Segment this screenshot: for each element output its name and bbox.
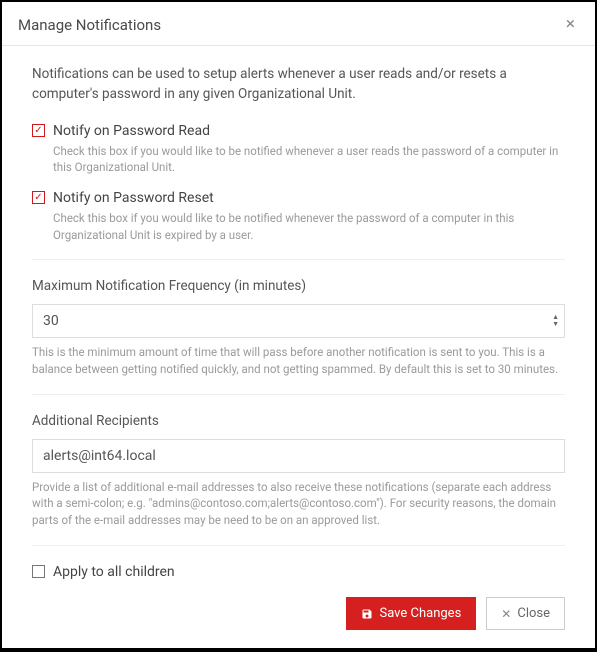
frequency-label: Maximum Notification Frequency (in minut…	[32, 278, 565, 294]
notify-read-row: ✓ Notify on Password Read Check this box…	[32, 123, 565, 176]
dialog-title: Manage Notifications	[18, 16, 161, 34]
checkbox-checked-icon: ✓	[32, 191, 45, 204]
notify-reset-row: ✓ Notify on Password Reset Check this bo…	[32, 190, 565, 243]
frequency-help: This is the minimum amount of time that …	[32, 344, 565, 377]
save-button[interactable]: Save Changes	[346, 597, 476, 630]
notify-read-label: Notify on Password Read	[53, 123, 210, 139]
chevron-down-icon[interactable]: ▼	[550, 321, 561, 328]
notify-reset-checkbox[interactable]: ✓ Notify on Password Reset	[32, 190, 565, 206]
intro-text: Notifications can be used to setup alert…	[32, 64, 565, 105]
close-button-label: Close	[517, 606, 550, 621]
apply-children-row: Apply to all children Check this box to …	[32, 564, 565, 585]
close-icon[interactable]: ×	[562, 14, 579, 35]
number-stepper[interactable]: ▲ ▼	[550, 314, 561, 328]
close-button[interactable]: ✕ Close	[486, 597, 565, 630]
recipients-help: Provide a list of additional e-mail addr…	[32, 479, 565, 529]
dialog-body: Notifications can be used to setup alert…	[2, 46, 595, 585]
close-icon: ✕	[501, 607, 511, 621]
manage-notifications-dialog: Manage Notifications × Notifications can…	[2, 2, 595, 648]
apply-children-label: Apply to all children	[53, 564, 175, 580]
save-icon	[361, 608, 373, 620]
frequency-input-wrap: ▲ ▼	[32, 304, 565, 338]
dialog-footer: Save Changes ✕ Close	[2, 585, 595, 648]
apply-children-checkbox[interactable]: Apply to all children	[32, 564, 565, 580]
divider	[32, 259, 565, 260]
checkbox-empty-icon	[32, 565, 45, 578]
checkbox-checked-icon: ✓	[32, 124, 45, 137]
save-button-label: Save Changes	[379, 606, 461, 621]
frequency-input[interactable]	[32, 304, 565, 338]
notify-read-checkbox[interactable]: ✓ Notify on Password Read	[32, 123, 565, 139]
notify-reset-help: Check this box if you would like to be n…	[53, 210, 565, 243]
recipients-label: Additional Recipients	[32, 413, 565, 429]
notify-reset-label: Notify on Password Reset	[53, 190, 214, 206]
divider	[32, 394, 565, 395]
divider	[32, 545, 565, 546]
notify-read-help: Check this box if you would like to be n…	[53, 143, 565, 176]
recipients-input[interactable]	[32, 439, 565, 473]
dialog-header: Manage Notifications ×	[2, 2, 595, 46]
